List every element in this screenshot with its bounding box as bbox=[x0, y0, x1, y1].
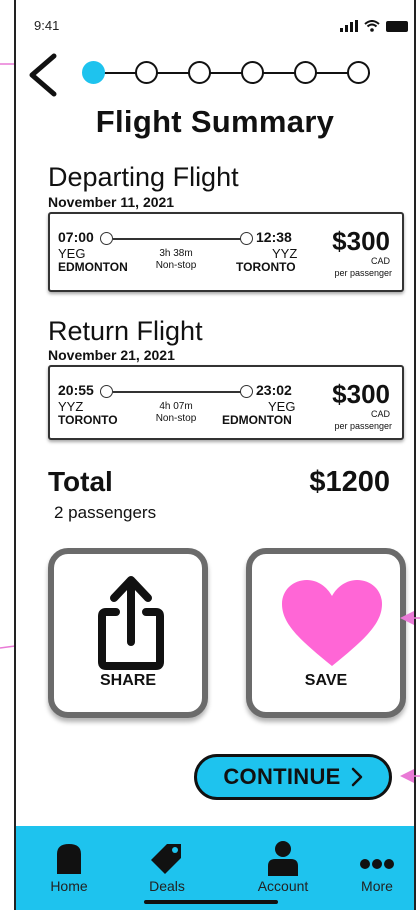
flight-stops: Non-stop bbox=[155, 260, 197, 271]
arrival-airport-code: YEG bbox=[268, 399, 296, 414]
status-icons bbox=[340, 20, 408, 32]
heart-icon bbox=[282, 580, 382, 666]
progress-step-5 bbox=[294, 61, 317, 84]
home-indicator bbox=[144, 900, 278, 904]
progress-step-3 bbox=[188, 61, 211, 84]
tag-icon bbox=[151, 844, 181, 874]
arrival-time: 12:38 bbox=[256, 229, 292, 245]
nav-label-deals: Deals bbox=[149, 878, 185, 894]
progress-stepper bbox=[82, 60, 382, 86]
home-icon bbox=[57, 844, 81, 874]
departure-airport-code: YYZ bbox=[58, 399, 84, 414]
route-line bbox=[113, 391, 241, 393]
signal-icon bbox=[340, 20, 358, 32]
return-currency: CAD bbox=[370, 409, 390, 419]
bottom-navigation: Home Deals Account More bbox=[16, 826, 414, 910]
departure-time: 20:55 bbox=[58, 382, 94, 398]
annotation-arrow-continue bbox=[400, 769, 420, 783]
return-flight-date: November 21, 2021 bbox=[48, 347, 175, 363]
continue-label: CONTINUE bbox=[223, 764, 341, 789]
departure-city: TORONTO bbox=[58, 413, 118, 427]
chevron-right-icon bbox=[351, 767, 362, 787]
progress-step-1 bbox=[82, 61, 105, 84]
departure-city: EDMONTON bbox=[58, 260, 128, 274]
progress-step-6 bbox=[347, 61, 370, 84]
page-title: Flight Summary bbox=[95, 104, 335, 139]
more-dots-icon bbox=[360, 859, 394, 869]
status-time: 9:41 bbox=[34, 18, 60, 33]
arrival-airport-code: YYZ bbox=[272, 246, 298, 261]
nav-label-account: Account bbox=[257, 878, 309, 894]
return-per-passenger: per passenger bbox=[334, 421, 392, 431]
departure-dot-icon bbox=[100, 232, 113, 245]
arrival-city: EDMONTON bbox=[222, 413, 292, 427]
departure-airport-code: YEG bbox=[58, 246, 86, 261]
battery-icon bbox=[386, 20, 408, 32]
arrival-time: 23:02 bbox=[256, 382, 292, 398]
departing-flight-heading: Departing Flight bbox=[48, 162, 239, 192]
flight-duration: 4h 07m bbox=[159, 401, 193, 412]
save-button[interactable]: SAVE bbox=[246, 548, 406, 718]
nav-item-home[interactable]: Home bbox=[24, 840, 114, 894]
nav-item-more[interactable]: More bbox=[332, 840, 414, 894]
back-chevron-icon[interactable] bbox=[24, 52, 64, 98]
account-icon bbox=[268, 841, 298, 876]
annotation-arrow-save bbox=[400, 611, 420, 625]
share-button[interactable]: SHARE bbox=[48, 548, 208, 718]
departure-dot-icon bbox=[100, 385, 113, 398]
return-flight-card[interactable]: 20:55 23:02 YYZ YEG TORONTO EDMONTON 4h … bbox=[48, 365, 404, 440]
return-price: $300 bbox=[332, 379, 390, 409]
total-amount: $1200 bbox=[309, 466, 390, 498]
wifi-icon bbox=[364, 20, 380, 32]
continue-button[interactable]: CONTINUE bbox=[194, 754, 392, 800]
status-bar: 9:41 bbox=[30, 18, 408, 38]
departure-time: 07:00 bbox=[58, 229, 94, 245]
arrival-dot-icon bbox=[240, 385, 253, 398]
departing-flight-date: November 11, 2021 bbox=[48, 194, 175, 210]
phone-frame: 9:41 Flight Summary Departing Flight Nov… bbox=[14, 0, 416, 910]
arrival-city: TORONTO bbox=[236, 260, 296, 274]
flight-duration: 3h 38m bbox=[159, 248, 193, 259]
route-line bbox=[113, 238, 241, 240]
total-label: Total bbox=[48, 466, 113, 497]
share-icon bbox=[98, 576, 164, 670]
flight-stops: Non-stop bbox=[155, 413, 197, 424]
progress-step-4 bbox=[241, 61, 264, 84]
nav-item-deals[interactable]: Deals bbox=[122, 840, 212, 894]
nav-item-account[interactable]: Account bbox=[238, 840, 328, 894]
share-label: SHARE bbox=[99, 672, 156, 689]
departing-flight-card[interactable]: 07:00 12:38 YEG YYZ EDMONTON TORONTO 3h … bbox=[48, 212, 404, 292]
progress-step-2 bbox=[135, 61, 158, 84]
return-flight-heading: Return Flight bbox=[48, 316, 203, 346]
nav-label-more: More bbox=[361, 878, 393, 894]
save-label: SAVE bbox=[304, 672, 348, 689]
arrival-dot-icon bbox=[240, 232, 253, 245]
departing-currency: CAD bbox=[370, 256, 390, 266]
nav-label-home: Home bbox=[50, 878, 88, 894]
passenger-count: 2 passengers bbox=[54, 503, 157, 522]
departing-price: $300 bbox=[332, 226, 390, 256]
departing-per-passenger: per passenger bbox=[334, 268, 392, 278]
